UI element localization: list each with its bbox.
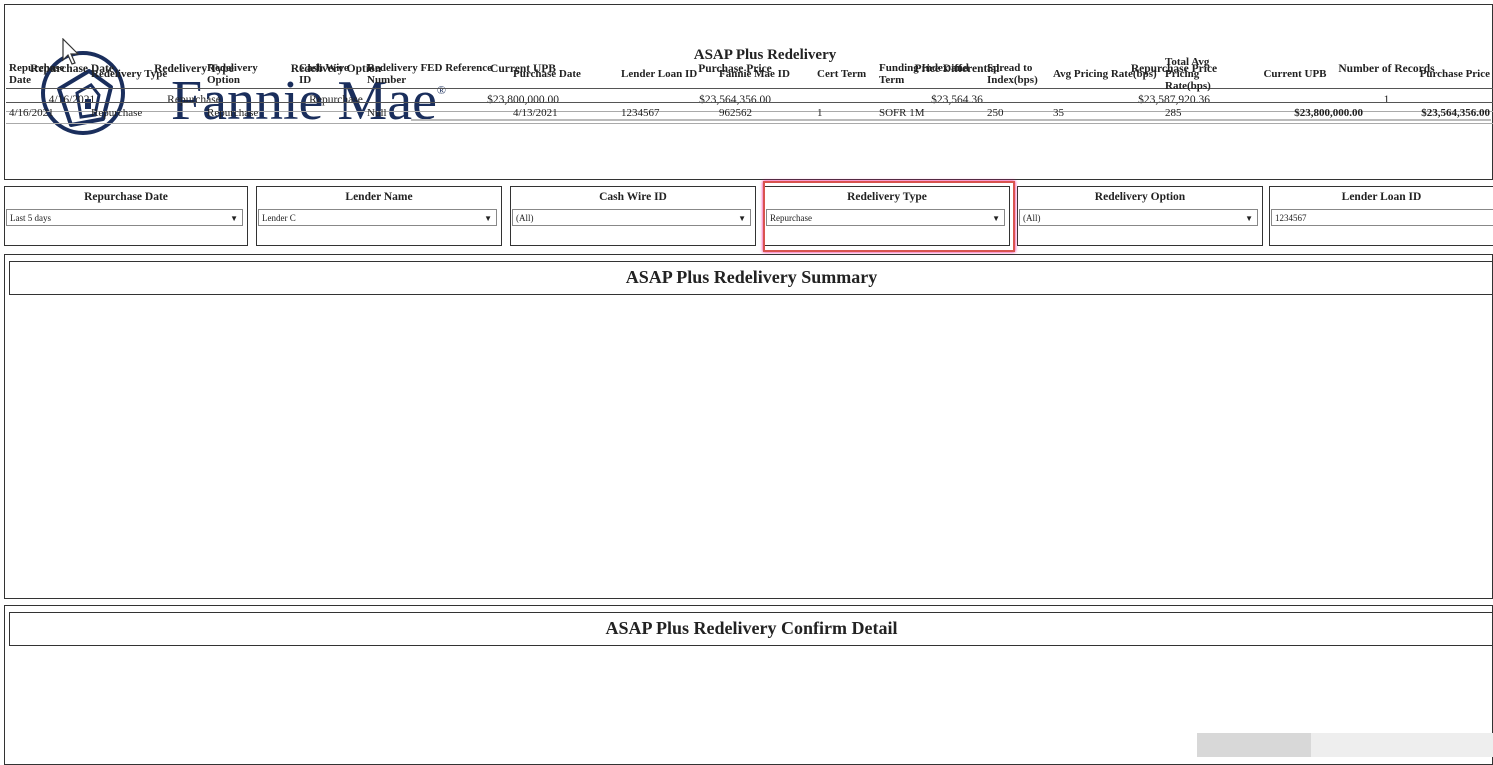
column-header[interactable]: Spread to Index(bps) [984,46,1050,103]
detail-table: Repurchase Date Redelivery Type Redelive… [6,46,1493,124]
cell-funding-index: SOFR 1M [876,102,984,124]
column-header[interactable]: Purchase Price [1366,46,1493,103]
filter-lender-name: Lender Name Lender C ▼ [256,186,502,246]
cell-cert-term: 1 [814,102,876,124]
summary-title-bar: ASAP Plus Redelivery Summary [9,261,1493,295]
cell-cash-wire-id [296,102,364,124]
filter-repurchase-date: Repurchase Date Last 5 days ▼ [4,186,248,246]
column-header[interactable]: Redelivery Option [204,46,296,103]
filter-label: Cash Wire ID [599,191,667,203]
dropdown-arrow-icon: ▼ [1245,214,1253,223]
dropdown-arrow-icon: ▼ [484,214,492,223]
filter-redelivery-option: Redelivery Option (All) ▼ [1017,186,1263,246]
filter-label: Lender Loan ID [1341,191,1422,203]
column-header[interactable]: Current UPB [1224,46,1366,103]
summary-panel: ASAP Plus Redelivery Summary [4,254,1493,599]
table-header-row: Repurchase Date Redelivery Type Redelive… [6,46,1493,103]
column-header[interactable]: Redelivery Type [88,46,204,103]
column-header[interactable]: Fannie Mae ID [716,46,814,103]
column-header[interactable]: Purchase Date [510,46,618,103]
lender-loan-id-input[interactable]: 1234567 [1271,209,1493,226]
cell-total-avg-pricing-rate: 285 [1162,102,1224,124]
column-header[interactable]: Cash Wire ID [296,46,364,103]
detail-title: ASAP Plus Redelivery Confirm Detail [605,618,898,638]
input-value: 1234567 [1275,213,1307,223]
cell-redelivery-option: Repurchase [204,102,296,124]
column-header[interactable]: Cert Term [814,46,876,103]
lender-name-select[interactable]: Lender C ▼ [258,209,497,226]
cell-avg-pricing-rate: 35 [1050,102,1162,124]
cell-fed-reference-number: Null [364,102,510,124]
select-value: (All) [516,213,534,223]
cell-repurchase-date: 4/16/2021 [6,102,88,124]
table-row[interactable]: 4/16/2021 Repurchase Repurchase Null 4/1… [6,102,1493,124]
dropdown-arrow-icon: ▼ [738,214,746,223]
repurchase-date-select[interactable]: Last 5 days ▼ [6,209,243,226]
column-header[interactable]: Repurchase Date [6,46,88,103]
column-header[interactable]: Total Avg Pricing Rate(bps) [1162,46,1224,103]
cell-purchase-price: $23,564,356.00 [1366,102,1493,124]
column-header[interactable]: Lender Loan ID [618,46,716,103]
cell-current-upb: $23,800,000.00 [1224,102,1366,124]
select-value: (All) [1023,213,1041,223]
scrollbar-area[interactable] [1311,733,1493,757]
redelivery-option-select[interactable]: (All) ▼ [1019,209,1258,226]
filter-cash-wire-id: Cash Wire ID (All) ▼ [510,186,756,246]
highlight-box [763,181,1015,252]
filter-label: Redelivery Option [1094,191,1186,203]
summary-title: ASAP Plus Redelivery Summary [625,267,878,287]
select-value: Lender C [262,213,296,223]
column-header[interactable]: Redelivery FED Reference Number [364,46,510,103]
cash-wire-id-select[interactable]: (All) ▼ [512,209,751,226]
select-value: Last 5 days [10,213,51,223]
cell-lender-loan-id: 1234567 [618,102,716,124]
column-header[interactable]: Avg Pricing Rate(bps) [1050,46,1162,103]
column-header[interactable]: Funding Index and Term [876,46,984,103]
filter-label: Repurchase Date [84,191,168,203]
filter-label: Lender Name [345,191,413,203]
cell-fannie-mae-id: 962562 [716,102,814,124]
dropdown-arrow-icon: ▼ [230,214,238,223]
filter-lender-loan-id: Lender Loan ID 1234567 [1269,186,1493,246]
detail-title-bar: ASAP Plus Redelivery Confirm Detail [9,612,1493,646]
cell-purchase-date: 4/13/2021 [510,102,618,124]
cell-redelivery-type: Repurchase [88,102,204,124]
scrollbar-track[interactable] [1197,733,1311,757]
cell-spread-to-index: 250 [984,102,1050,124]
